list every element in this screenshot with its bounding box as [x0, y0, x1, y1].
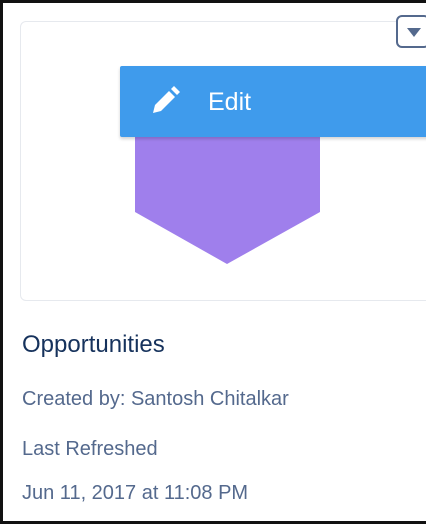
- thumbnail-shape: [135, 134, 320, 264]
- caret-down-icon: [407, 28, 421, 37]
- card-title[interactable]: Opportunities: [22, 330, 165, 360]
- edit-menu-label: Edit: [208, 88, 252, 116]
- card-menu-toggle-button[interactable]: [396, 15, 426, 48]
- pencil-icon: [153, 86, 180, 113]
- thumbnail-card[interactable]: [20, 21, 426, 301]
- last-refreshed-value: Jun 11, 2017 at 11:08 PM: [22, 482, 249, 504]
- edit-menu-item[interactable]: Edit: [120, 66, 426, 137]
- created-by-text: Created by: Santosh Chitalkar: [22, 388, 289, 410]
- last-refreshed-label: Last Refreshed: [22, 438, 158, 460]
- report-card: Edit Opportunities Created by: Santosh C…: [0, 0, 426, 524]
